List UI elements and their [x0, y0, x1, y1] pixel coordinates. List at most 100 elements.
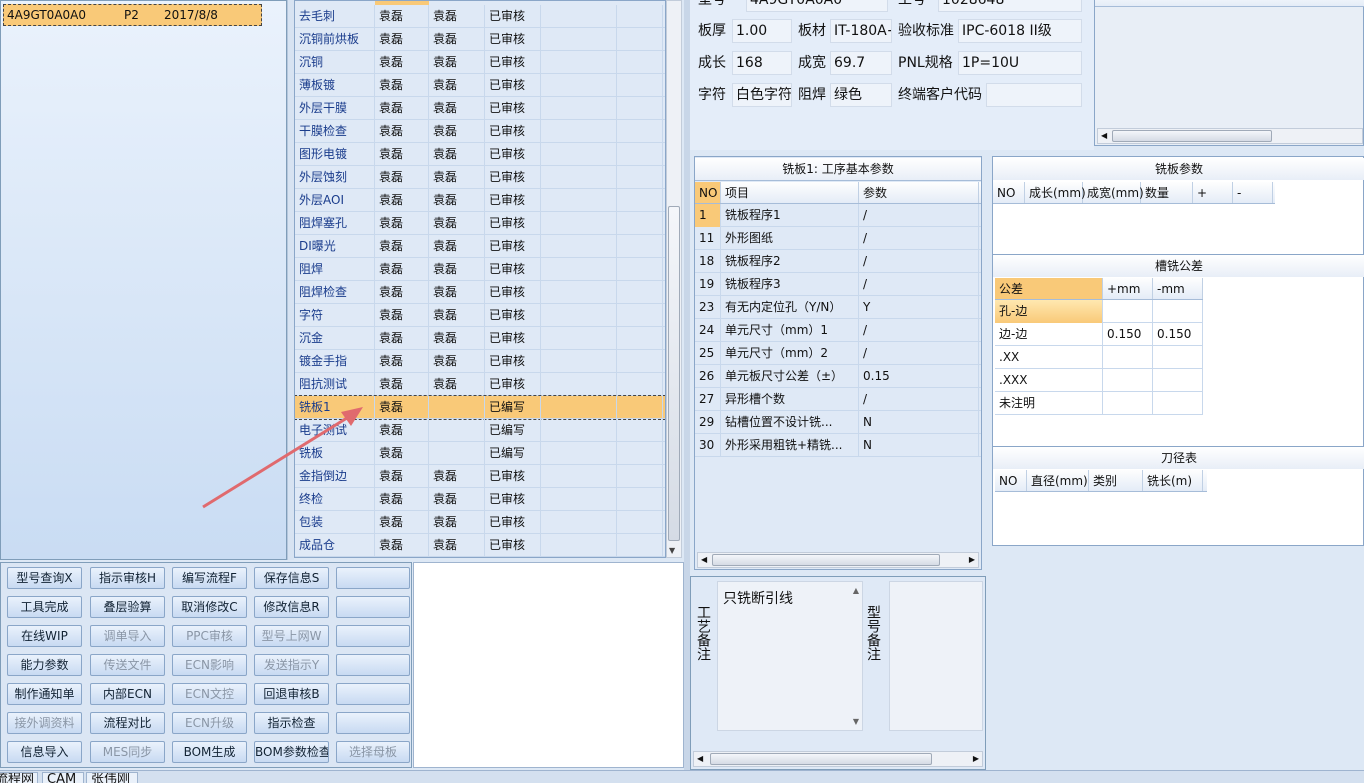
bottom-tab[interactable]: 张伟刚 — [86, 772, 138, 783]
action-button[interactable]: 编写流程F — [172, 567, 247, 589]
action-button[interactable]: 指示审核H — [90, 567, 165, 589]
process-row[interactable]: 外层蚀刻 袁磊 袁磊 已审核 — [295, 166, 665, 189]
scroll-left-icon[interactable]: ◀ — [701, 555, 707, 564]
blank-button[interactable] — [336, 596, 410, 618]
param-row[interactable]: 27 异形槽个数 / — [695, 388, 981, 411]
action-button[interactable]: 叠层验算 — [90, 596, 165, 618]
process-row[interactable]: 阻抗测试 袁磊 袁磊 已审核 — [295, 373, 665, 396]
param-row[interactable]: 18 铣板程序2/ — [695, 250, 981, 273]
action-button[interactable]: BOM参数检查 — [254, 741, 329, 763]
ms-value[interactable]: 1028648 — [938, 0, 1082, 12]
process-row[interactable]: 外层干膜 袁磊 袁磊 已审核 — [295, 97, 665, 120]
craft-note-box[interactable]: 只铣断引线 ▲ ▼ — [717, 581, 863, 731]
action-button[interactable]: PPC审核 — [172, 625, 247, 647]
action-button[interactable]: 在线WIP — [7, 625, 82, 647]
param-row[interactable]: 23 有无内定位孔（Y/N） Y — [695, 296, 981, 319]
process-row[interactable]: 薄板镀 袁磊 袁磊 已审核 — [295, 74, 665, 97]
param-row[interactable]: 24 单元尺寸（mm）1/ — [695, 319, 981, 342]
scroll-left-icon[interactable]: ◀ — [1101, 131, 1107, 140]
process-row[interactable]: 干膜检查 袁磊 袁磊 已审核 — [295, 120, 665, 143]
slot-tol-row[interactable]: 边-边 0.150 0.150 — [995, 323, 1203, 346]
slot-tol-row[interactable]: 孔-边 — [995, 300, 1203, 323]
param-row[interactable]: 25 单元尺寸（mm）2/ — [695, 342, 981, 365]
process-row[interactable]: DI曝光 袁磊 袁磊 已审核 — [295, 235, 665, 258]
process-row[interactable]: 沉铜前烘板 袁磊 袁磊 已审核 — [295, 28, 665, 51]
action-button[interactable]: ECN影响 — [172, 654, 247, 676]
action-button[interactable]: 流程对比 — [90, 712, 165, 734]
action-button[interactable]: 传送文件 — [90, 654, 165, 676]
blank-button[interactable] — [336, 625, 410, 647]
material-value[interactable]: IT-180A+ — [830, 19, 892, 43]
bottom-tab[interactable]: 流程网 — [0, 772, 38, 783]
blank-button[interactable] — [336, 683, 410, 705]
action-button[interactable]: ECN文控 — [172, 683, 247, 705]
action-button[interactable]: 调单导入 — [90, 625, 165, 647]
process-row[interactable]: 成品仓 袁磊 袁磊 已审核 — [295, 534, 665, 557]
notes-hscroll[interactable]: ◀ ▶ — [693, 751, 983, 767]
model-note-box[interactable] — [889, 581, 983, 731]
scroll-down-icon[interactable]: ▼ — [853, 717, 859, 726]
action-button[interactable]: 修改信息R — [254, 596, 329, 618]
process-row[interactable]: 沉金 袁磊 袁磊 已审核 — [295, 327, 665, 350]
pnl-value[interactable]: 1P=10U — [958, 51, 1082, 75]
bottom-tab[interactable]: CAM — [42, 772, 84, 783]
process-row[interactable]: 字符 袁磊 袁磊 已审核 — [295, 304, 665, 327]
process-grid-scrollbar[interactable]: ▼ — [666, 0, 682, 558]
process-row[interactable]: 去毛刺 袁磊 袁磊 已审核 — [295, 5, 665, 28]
action-button[interactable]: 信息导入 — [7, 741, 82, 763]
params-hscroll[interactable]: ◀ ▶ — [697, 552, 979, 568]
action-button[interactable]: 能力参数 — [7, 654, 82, 676]
action-button[interactable]: 工具完成 — [7, 596, 82, 618]
length-value[interactable]: 168 — [732, 51, 792, 75]
endcust-value[interactable] — [986, 83, 1082, 107]
slot-tol-row[interactable]: .XXX — [995, 369, 1203, 392]
notes-hscroll-thumb[interactable] — [710, 753, 932, 765]
action-button[interactable]: 制作通知单 — [7, 683, 82, 705]
blank-button[interactable] — [336, 712, 410, 734]
slot-tol-row[interactable]: 未注明 — [995, 392, 1203, 415]
action-button[interactable]: 接外调资料 — [7, 712, 82, 734]
model-list-row[interactable]: 4A9GT0A0A0 P2 2017/8/8 — [3, 4, 262, 26]
scroll-right-icon[interactable]: ▶ — [973, 754, 979, 763]
action-button[interactable]: 型号上网W — [254, 625, 329, 647]
action-button[interactable]: 回退审核B — [254, 683, 329, 705]
action-button[interactable]: 内部ECN — [90, 683, 165, 705]
param-row[interactable]: 30 外形采用粗铣+精铣... N — [695, 434, 981, 457]
accept-value[interactable]: IPC-6018 II级 — [958, 19, 1082, 43]
process-row[interactable]: 镀金手指 袁磊 袁磊 已审核 — [295, 350, 665, 373]
action-button[interactable]: 保存信息S — [254, 567, 329, 589]
thickness-value[interactable]: 1.00 — [732, 19, 792, 43]
scroll-down-icon[interactable]: ▼ — [669, 546, 675, 555]
process-grid-scroll-thumb[interactable] — [668, 206, 680, 541]
scroll-left-icon[interactable]: ◀ — [697, 754, 703, 763]
process-row[interactable]: 阻焊塞孔 袁磊 袁磊 已审核 — [295, 212, 665, 235]
action-button[interactable]: 取消修改C — [172, 596, 247, 618]
param-row[interactable]: 29 钻槽位置不设计铣... N — [695, 411, 981, 434]
action-button[interactable]: 发送指示Y — [254, 654, 329, 676]
char-value[interactable]: 白色字符 — [732, 83, 792, 107]
slot-tol-row[interactable]: .XX — [995, 346, 1203, 369]
param-row[interactable]: 1 铣板程序1/ — [695, 204, 981, 227]
param-row[interactable]: 26 单元板尺寸公差（±） 0.15 — [695, 365, 981, 388]
action-button[interactable]: 型号查询X — [7, 567, 82, 589]
process-row[interactable]: 阻焊检查 袁磊 袁磊 已审核 — [295, 281, 665, 304]
top-right-hscroll-thumb[interactable] — [1112, 130, 1272, 142]
process-row[interactable]: 外层AOI 袁磊 袁磊 已审核 — [295, 189, 665, 212]
action-button[interactable]: MES同步 — [90, 741, 165, 763]
params-hscroll-thumb[interactable] — [712, 554, 940, 566]
process-row[interactable]: 沉铜 袁磊 袁磊 已审核 — [295, 51, 665, 74]
model-value[interactable]: 4A9GT0A0A0 — [746, 0, 888, 12]
param-row[interactable]: 11 外形图纸 / — [695, 227, 981, 250]
process-row[interactable]: 阻焊 袁磊 袁磊 已审核 — [295, 258, 665, 281]
action-button[interactable]: 指示检查 — [254, 712, 329, 734]
scroll-right-icon[interactable]: ▶ — [969, 555, 975, 564]
process-row[interactable]: 图形电镀 袁磊 袁磊 已审核 — [295, 143, 665, 166]
width-value[interactable]: 69.7 — [830, 51, 892, 75]
scroll-up-icon[interactable]: ▲ — [853, 586, 859, 595]
mask-value[interactable]: 绿色 — [830, 83, 892, 107]
action-button[interactable]: BOM生成 — [172, 741, 247, 763]
param-row[interactable]: 19 铣板程序3/ — [695, 273, 981, 296]
blank-button[interactable] — [336, 567, 410, 589]
top-right-hscroll[interactable]: ◀ — [1097, 128, 1363, 144]
action-button[interactable]: ECN升级 — [172, 712, 247, 734]
